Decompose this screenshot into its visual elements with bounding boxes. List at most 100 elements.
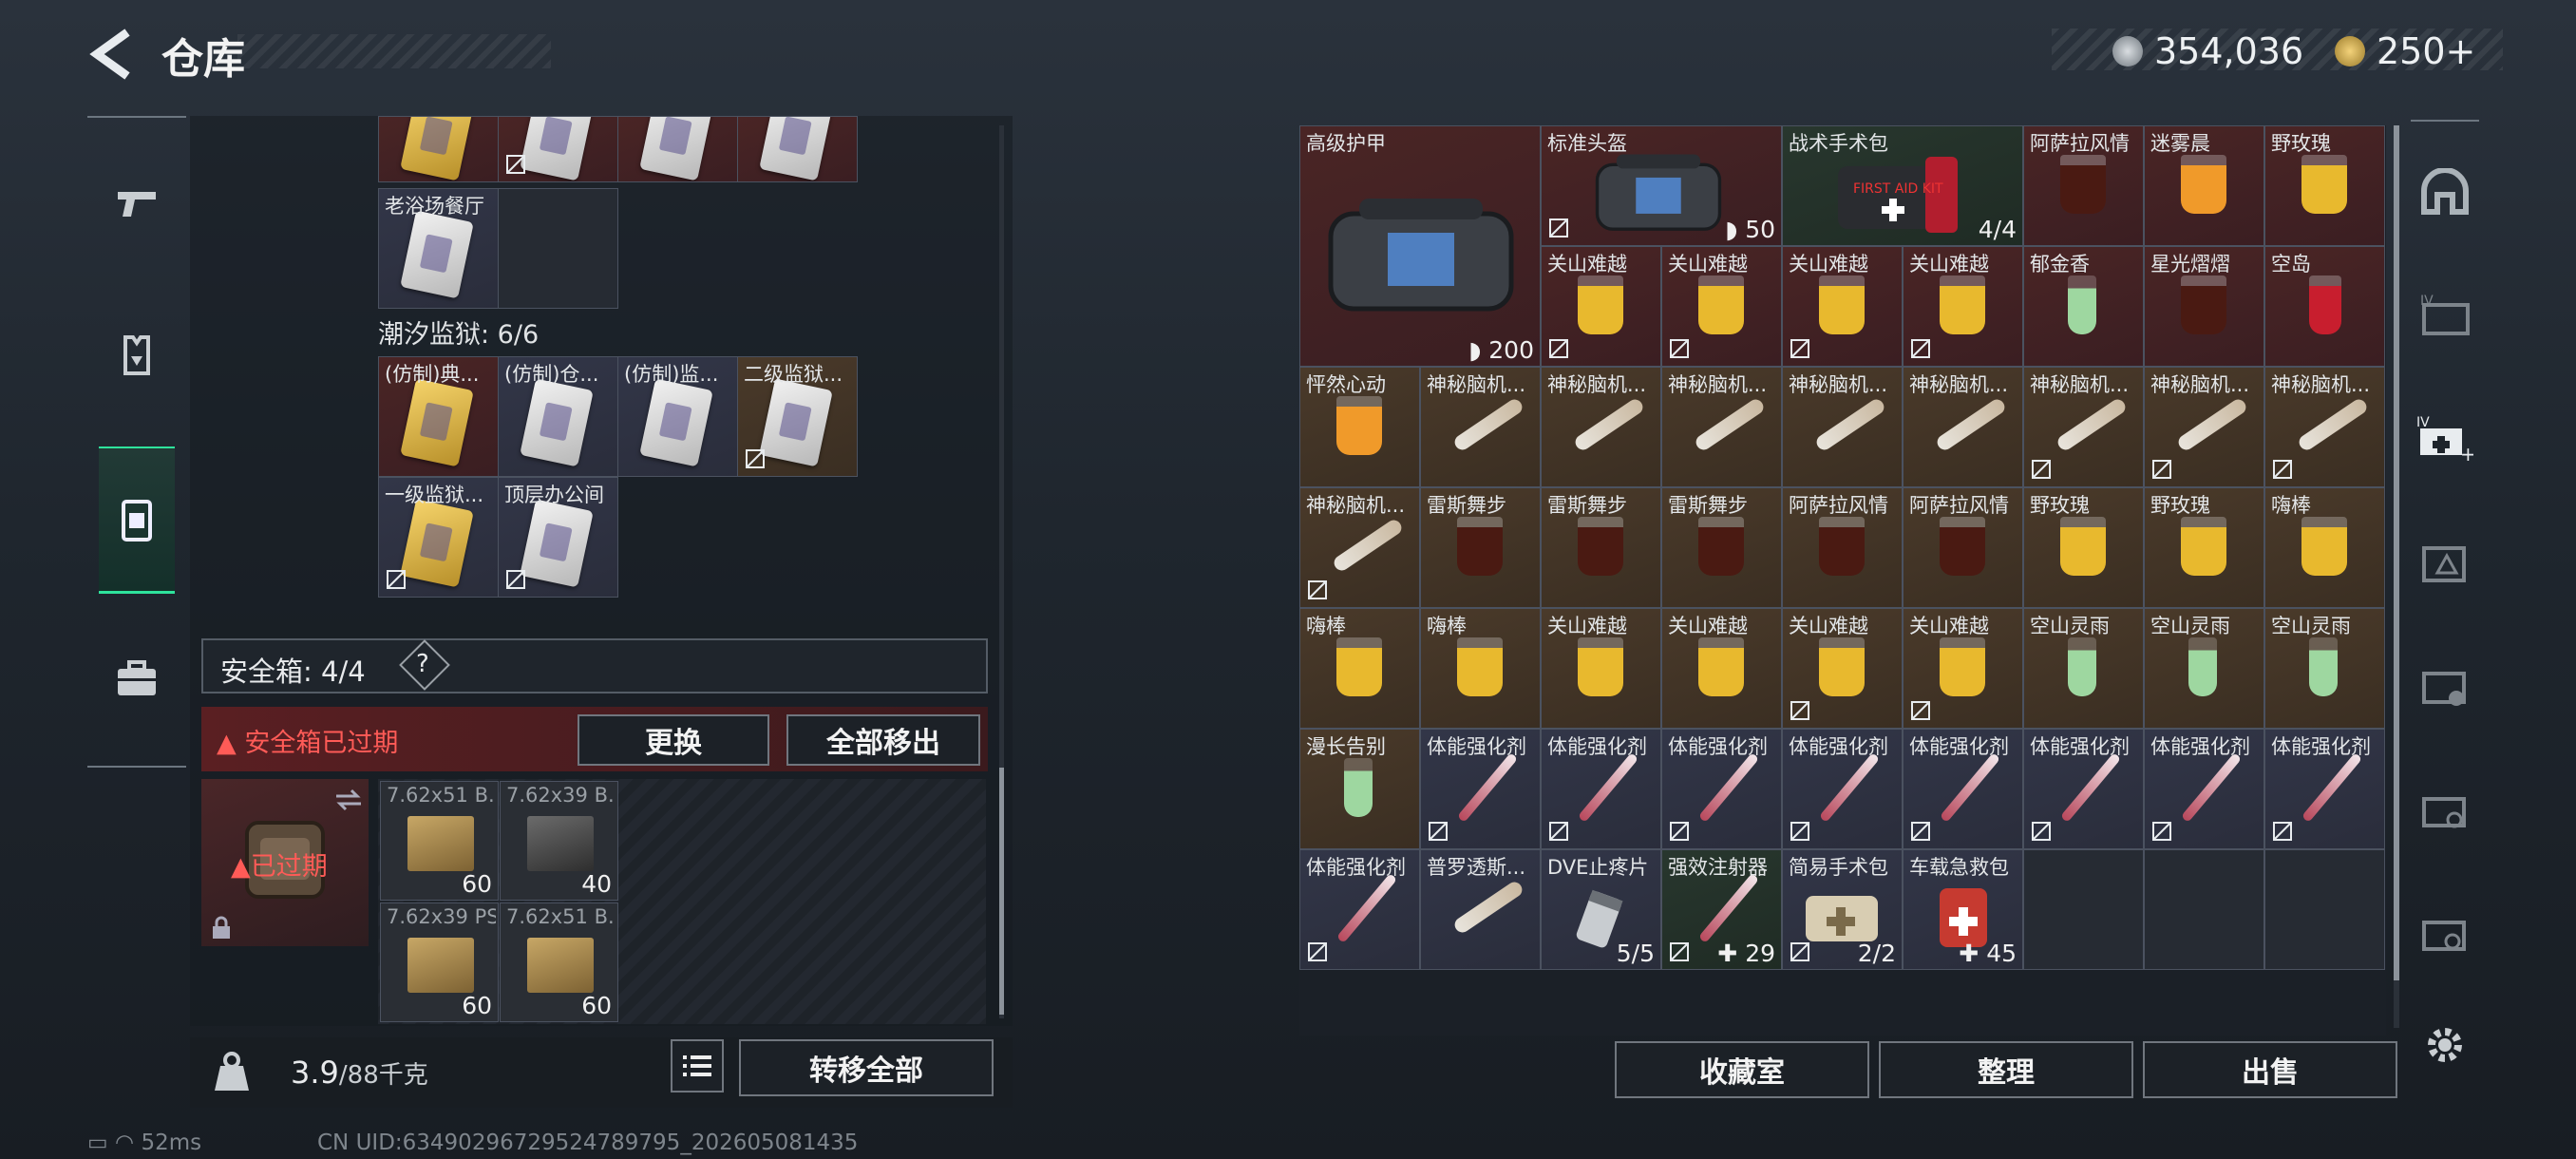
inventory-cell[interactable]: 神秘脑机...	[1903, 367, 2023, 487]
list-view-button[interactable]	[671, 1039, 724, 1092]
sidebar-armor-g[interactable]	[2416, 534, 2473, 591]
ammo-cell[interactable]: 7.62x51 B... 60	[500, 902, 618, 1022]
inventory-cell[interactable]: 神秘脑机...	[1299, 487, 1420, 608]
replace-button[interactable]: 更换	[578, 714, 769, 766]
inventory-cell[interactable]: 关山难越	[1903, 246, 2023, 367]
inventory-cell[interactable]: 老浴场餐厅	[378, 188, 499, 309]
inventory-cell[interactable]: 体能强化剂	[2144, 729, 2264, 849]
inventory-cell[interactable]: 神秘脑机...	[2023, 367, 2144, 487]
inventory-cell[interactable]: 漫长告别	[1299, 729, 1420, 849]
inventory-cell[interactable]: 嗨棒	[1420, 608, 1541, 729]
inventory-cell[interactable]: 雷斯舞步	[1420, 487, 1541, 608]
inventory-cell[interactable]: 关山难越	[1903, 608, 2023, 729]
inventory-cell[interactable]	[498, 116, 618, 182]
inventory-cell[interactable]: 迷雾晨	[2144, 125, 2264, 246]
inventory-cell[interactable]: 关山难越	[1782, 608, 1903, 729]
inventory-cell[interactable]: DVE止疼片 5/5	[1541, 849, 1661, 970]
empty-cell[interactable]	[2264, 849, 2385, 970]
transfer-all-button[interactable]: 转移全部	[739, 1039, 994, 1096]
sell-button[interactable]: 出售	[2143, 1041, 2397, 1098]
inventory-cell[interactable]: 一级监狱...	[378, 477, 499, 598]
inventory-cell[interactable]: 简易手术包 2/2	[1782, 849, 1903, 970]
inventory-cell[interactable]: 体能强化剂	[1782, 729, 1903, 849]
sort-button[interactable]: 整理	[1879, 1041, 2133, 1098]
inventory-cell[interactable]: 阿萨拉风情	[2023, 125, 2144, 246]
inventory-cell[interactable]: 顶层办公间	[498, 477, 618, 598]
inventory-cell[interactable]: 关山难越	[1541, 608, 1661, 729]
inventory-cell[interactable]: 嗨棒	[1299, 608, 1420, 729]
empty-cell[interactable]	[2023, 849, 2144, 970]
inventory-cell[interactable]: 体能强化剂	[1661, 729, 1782, 849]
inventory-cell[interactable]	[378, 116, 499, 182]
inventory-cell[interactable]: 体能强化剂	[1903, 729, 2023, 849]
inventory-cell[interactable]: 郁金香	[2023, 246, 2144, 367]
tab-containers[interactable]	[99, 446, 175, 594]
inventory-cell[interactable]	[617, 116, 738, 182]
sidebar-storage-iv[interactable]	[2416, 904, 2473, 961]
inventory-cell[interactable]: 野玫瑰	[2023, 487, 2144, 608]
inventory-cell[interactable]: 二级监狱...	[737, 356, 858, 477]
inventory-cell[interactable]: 雷斯舞步	[1661, 487, 1782, 608]
inventory-cell[interactable]: 关山难越	[1541, 246, 1661, 367]
move-all-out-button[interactable]: 全部移出	[786, 714, 980, 766]
ammo-cell[interactable]: 7.62x39 PS 60	[380, 902, 499, 1022]
inventory-cell[interactable]: 体能强化剂	[2264, 729, 2385, 849]
inventory-cell[interactable]: 关山难越	[1782, 246, 1903, 367]
currency-gold[interactable]: 250+	[2335, 30, 2475, 72]
empty-cell[interactable]	[498, 188, 618, 309]
swap-icon[interactable]	[334, 788, 363, 811]
sidebar-gear-g[interactable]	[2416, 657, 2473, 714]
key-card-icon	[400, 499, 474, 588]
sidebar-folder-4[interactable]: IV	[2416, 287, 2473, 344]
inventory-cell[interactable]: 星光熠熠	[2144, 246, 2264, 367]
tab-equipment[interactable]	[99, 308, 175, 403]
inventory-cell[interactable]: 体能强化剂	[2023, 729, 2144, 849]
inventory-cell[interactable]: 野玫瑰	[2264, 125, 2385, 246]
inventory-cell[interactable]: 神秘脑机...	[1661, 367, 1782, 487]
inventory-cell[interactable]: 强效注射器 ✚ 29	[1661, 849, 1782, 970]
right-scrollbar-thumb[interactable]	[2394, 125, 2399, 980]
inventory-cell[interactable]: (仿制)监...	[617, 356, 738, 477]
inventory-cell[interactable]: 标准头盔 ◗ 50	[1541, 125, 1782, 246]
inventory-cell[interactable]: FIRST AID KIT 战术手术包 4/4	[1782, 125, 2023, 246]
ammo-cell[interactable]: 7.62x51 B... 60	[380, 781, 499, 901]
ammo-cell[interactable]: 7.62x39 B... 40	[500, 781, 618, 901]
inventory-cell[interactable]: 神秘脑机...	[1541, 367, 1661, 487]
inventory-cell[interactable]: 体能强化剂	[1420, 729, 1541, 849]
inventory-cell[interactable]: 神秘脑机...	[1782, 367, 1903, 487]
inventory-cell[interactable]: 雷斯舞步	[1541, 487, 1661, 608]
back-arrow-icon[interactable]	[87, 27, 135, 82]
inventory-cell[interactable]: 神秘脑机...	[2144, 367, 2264, 487]
sidebar-helmet[interactable]	[2416, 163, 2473, 220]
help-icon[interactable]: ?	[416, 650, 429, 678]
collection-room-button[interactable]: 收藏室	[1615, 1041, 1869, 1098]
inventory-cell[interactable]: 关山难越	[1661, 246, 1782, 367]
inventory-cell[interactable]: (仿制)典...	[378, 356, 499, 477]
inventory-cell[interactable]: 空山灵雨	[2023, 608, 2144, 729]
inventory-cell[interactable]: 体能强化剂	[1541, 729, 1661, 849]
inventory-cell[interactable]: 神秘脑机...	[1420, 367, 1541, 487]
sidebar-storage-v[interactable]	[2416, 781, 2473, 838]
inventory-cell[interactable]: 空山灵雨	[2144, 608, 2264, 729]
inventory-cell[interactable]: 体能强化剂	[1299, 849, 1420, 970]
inventory-cell[interactable]: 嗨棒	[2264, 487, 2385, 608]
tab-briefcase[interactable]	[99, 631, 175, 726]
empty-cell[interactable]	[2144, 849, 2264, 970]
inventory-cell[interactable]: 关山难越	[1661, 608, 1782, 729]
inventory-cell[interactable]: 空山灵雨	[2264, 608, 2385, 729]
inventory-cell[interactable]: (仿制)仓...	[498, 356, 618, 477]
inventory-cell[interactable]: 普罗透斯...	[1420, 849, 1541, 970]
inventory-cell[interactable]	[737, 116, 858, 182]
settings-button[interactable]	[2416, 1016, 2473, 1074]
inventory-cell[interactable]: 神秘脑机...	[2264, 367, 2385, 487]
inventory-cell[interactable]: 高级护甲 ◗ 200	[1299, 125, 1541, 367]
left-scrollbar-thumb[interactable]	[999, 768, 1004, 1015]
inventory-cell[interactable]: 车载急救包 ✚ 45	[1903, 849, 2023, 970]
inventory-cell[interactable]: 阿萨拉风情	[1782, 487, 1903, 608]
sidebar-medkit-add[interactable]: IV +	[2416, 410, 2473, 467]
inventory-cell[interactable]: 阿萨拉风情	[1903, 487, 2023, 608]
inventory-cell[interactable]: 空岛	[2264, 246, 2385, 367]
tab-weapons[interactable]	[99, 156, 175, 251]
inventory-cell[interactable]: 怦然心动	[1299, 367, 1420, 487]
inventory-cell[interactable]: 野玫瑰	[2144, 487, 2264, 608]
